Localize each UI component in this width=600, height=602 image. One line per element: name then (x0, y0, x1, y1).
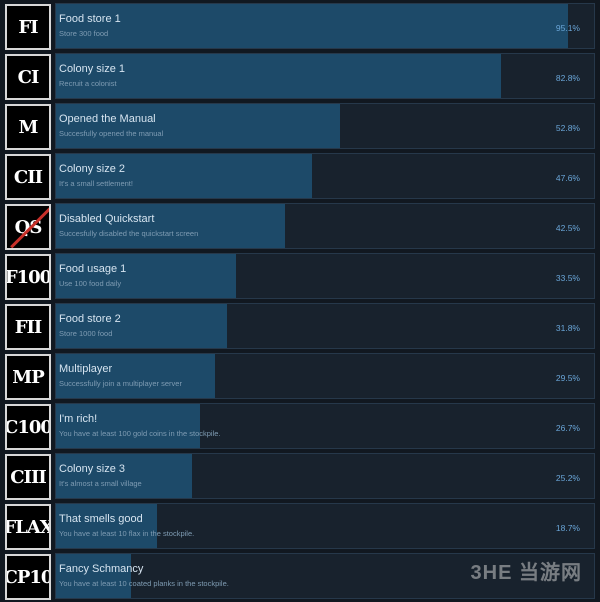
achievement-row: CI Colony size 1 Recruit a colonist 82.8… (0, 52, 600, 102)
progress-bar: Colony size 3 It's almost a small villag… (55, 453, 595, 499)
achievement-row: FII Food store 2 Store 1000 food 31.8% (0, 302, 600, 352)
progress-fill (56, 554, 132, 598)
achievement-icon: CII (5, 154, 51, 200)
achievement-row: CIII Colony size 3 It's almost a small v… (0, 452, 600, 502)
achievement-percent: 42.5% (555, 223, 580, 233)
progress-bar: Opened the Manual Succesfully opened the… (55, 103, 595, 149)
icon-label: CP10 (5, 566, 51, 588)
achievement-percent: 18.7% (555, 523, 580, 533)
progress-bar: I'm rich! You have at least 100 gold coi… (55, 403, 595, 449)
achievement-title: Food usage 1 (59, 263, 127, 275)
progress-bar: Colony size 2 It's a small settlement! 4… (55, 153, 595, 199)
achievement-icon: QS (5, 204, 51, 250)
achievement-row: FLAX That smells good You have at least … (0, 502, 600, 552)
achievement-icon: CIII (5, 454, 51, 500)
icon-label: MP (12, 366, 44, 388)
achievement-title: Colony size 3 (59, 463, 126, 475)
achievement-description: You have at least 10 coated planks in th… (59, 579, 229, 588)
achievement-title: Food store 2 (59, 313, 121, 325)
achievement-percent: 52.8% (555, 123, 580, 133)
achievement-icon: F100 (5, 254, 51, 300)
achievement-description: Use 100 food daily (59, 279, 122, 288)
achievement-icon: C100 (5, 404, 51, 450)
achievement-row: C100 I'm rich! You have at least 100 gol… (0, 402, 600, 452)
achievement-percent: 82.8% (555, 73, 580, 83)
progress-bar: Colony size 1 Recruit a colonist 82.8% (55, 53, 595, 99)
achievement-title: Opened the Manual (59, 113, 156, 125)
achievement-row: F100 Food usage 1 Use 100 food daily 33.… (0, 252, 600, 302)
achievement-percent: 47.6% (555, 173, 580, 183)
progress-fill (56, 504, 157, 548)
progress-fill (56, 154, 313, 198)
achievement-icon: MP (5, 354, 51, 400)
achievement-title: Colony size 1 (59, 63, 126, 75)
progress-bar: Food usage 1 Use 100 food daily 33.5% (55, 253, 595, 299)
achievement-row: MP Multiplayer Successfully join a multi… (0, 352, 600, 402)
progress-fill (56, 454, 192, 498)
achievement-description: You have at least 10 flax in the stockpi… (59, 529, 195, 538)
achievement-title: Food store 1 (59, 13, 121, 25)
watermark-logo: 3HE 当游网 (470, 562, 582, 584)
progress-fill (56, 304, 228, 348)
achievement-description: Store 1000 food (59, 329, 113, 338)
achievement-icon: CI (5, 54, 51, 100)
achievement-description: Succesfully opened the manual (59, 129, 164, 138)
achievement-icon: M (5, 104, 51, 150)
achievement-icon: FII (5, 304, 51, 350)
achievement-icon: FLAX (5, 504, 51, 550)
achievement-percent: 25.2% (555, 473, 580, 483)
achievement-row: QS Disabled Quickstart Succesfully disab… (0, 202, 600, 252)
achievement-percent: 31.8% (555, 323, 580, 333)
achievement-row: CII Colony size 2 It's a small settlemen… (0, 152, 600, 202)
progress-fill (56, 404, 200, 448)
progress-bar: Multiplayer Successfully join a multipla… (55, 353, 595, 399)
achievement-icon: CP10 (5, 554, 51, 600)
achievement-description: Store 300 food (59, 29, 109, 38)
icon-label: CIII (10, 466, 47, 488)
icon-label: CII (13, 166, 43, 188)
progress-bar: That smells good You have at least 10 fl… (55, 503, 595, 549)
achievement-title: That smells good (59, 513, 143, 525)
achievement-row: M Opened the Manual Succesfully opened t… (0, 102, 600, 152)
progress-fill (56, 54, 502, 98)
achievement-description: It's a small settlement! (59, 179, 133, 188)
icon-label: FII (14, 316, 43, 338)
achievement-title: Fancy Schmancy (59, 563, 144, 575)
progress-fill (56, 104, 341, 148)
achievement-description: Successfully join a multiplayer server (59, 379, 182, 388)
achievement-title: I'm rich! (59, 413, 98, 425)
achievement-percent: 26.7% (555, 423, 580, 433)
icon-label: FI (18, 16, 38, 38)
achievement-title: Colony size 2 (59, 163, 126, 175)
icon-label: CI (17, 66, 40, 88)
icon-label: FLAX (5, 516, 51, 538)
achievement-title: Disabled Quickstart (59, 213, 155, 225)
achievement-icon: FI (5, 4, 51, 50)
progress-bar: Disabled Quickstart Succesfully disabled… (55, 203, 595, 249)
icon-label: F100 (5, 266, 51, 288)
progress-fill (56, 4, 568, 48)
achievement-description: Succesfully disabled the quickstart scre… (59, 229, 199, 238)
achievement-row: FI Food store 1 Store 300 food 95.1% (0, 2, 600, 52)
icon-label: C100 (5, 416, 51, 438)
achievement-description: Recruit a colonist (59, 79, 117, 88)
achievement-percent: 95.1% (555, 23, 580, 33)
achievement-title: Multiplayer (59, 363, 113, 375)
achievement-description: You have at least 100 gold coins in the … (59, 429, 221, 438)
progress-fill (56, 204, 285, 248)
progress-fill (56, 254, 237, 298)
achievement-description: It's almost a small village (59, 479, 142, 488)
progress-bar: Food store 2 Store 1000 food 31.8% (55, 303, 595, 349)
progress-bar: Food store 1 Store 300 food 95.1% (55, 3, 595, 49)
achievement-percent: 29.5% (555, 373, 580, 383)
progress-fill (56, 354, 215, 398)
icon-label: M (18, 116, 39, 138)
achievement-percent: 33.5% (555, 273, 580, 283)
